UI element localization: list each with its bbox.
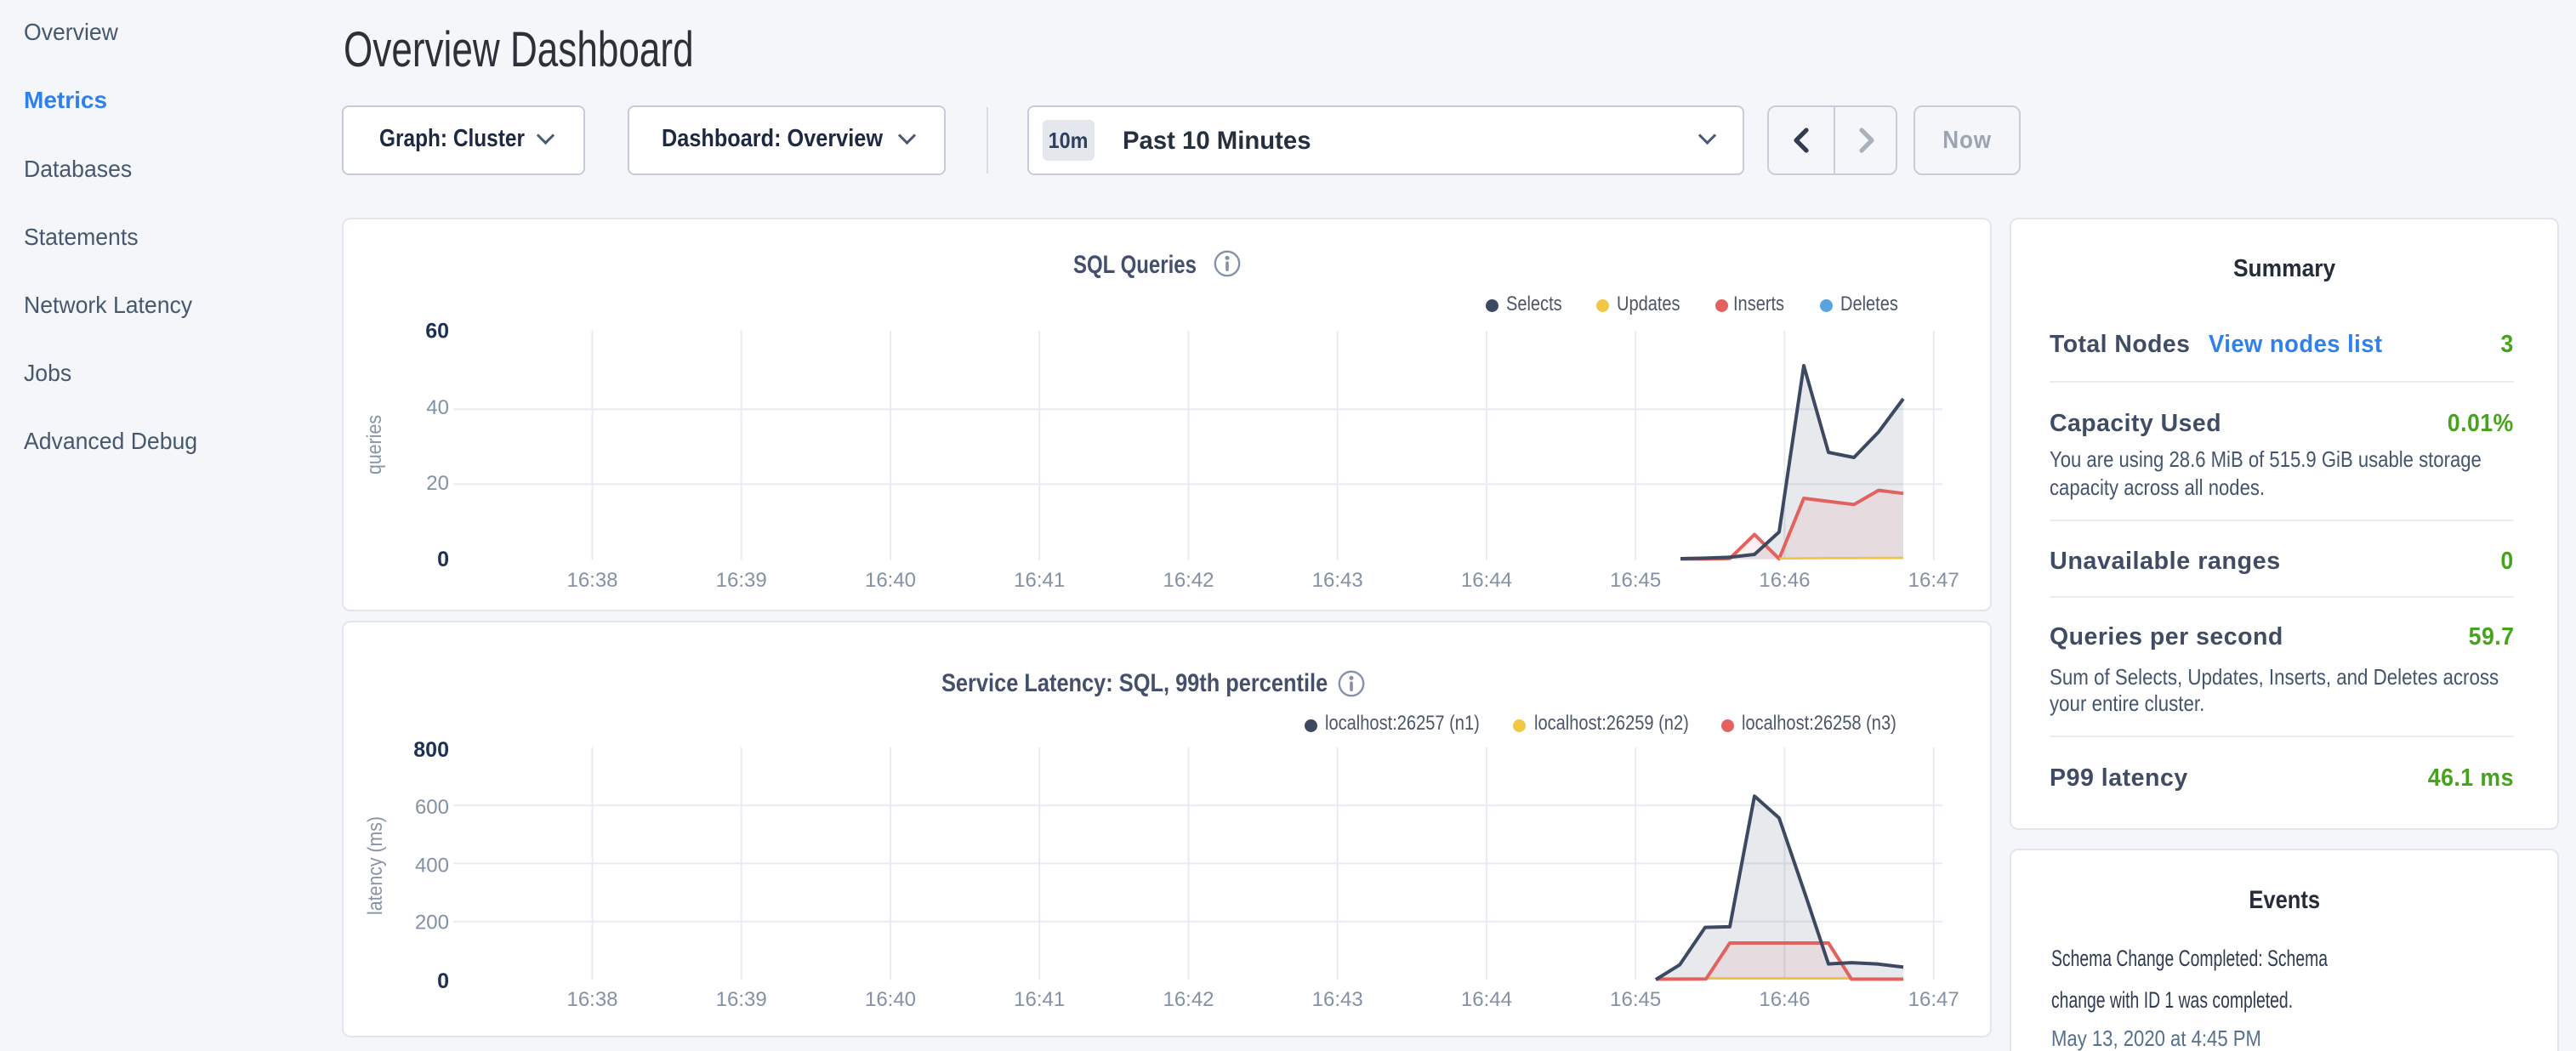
svg-text:16:45: 16:45 xyxy=(1610,569,1661,592)
svg-text:latency (ms): latency (ms) xyxy=(364,816,387,915)
svg-text:60: 60 xyxy=(425,320,449,344)
svg-text:600: 600 xyxy=(415,796,449,819)
svg-text:20: 20 xyxy=(426,472,449,495)
svg-text:16:43: 16:43 xyxy=(1312,988,1363,1011)
svg-text:40: 40 xyxy=(426,396,449,419)
svg-text:16:41: 16:41 xyxy=(1014,569,1065,592)
svg-text:16:38: 16:38 xyxy=(566,988,617,1011)
svg-text:16:46: 16:46 xyxy=(1759,569,1810,592)
svg-text:0: 0 xyxy=(437,969,449,993)
svg-text:16:39: 16:39 xyxy=(716,569,767,592)
svg-text:16:39: 16:39 xyxy=(716,988,767,1011)
svg-text:16:47: 16:47 xyxy=(1908,988,1959,1011)
svg-text:16:41: 16:41 xyxy=(1014,988,1065,1011)
svg-text:16:40: 16:40 xyxy=(865,988,916,1011)
svg-text:16:40: 16:40 xyxy=(865,569,916,592)
svg-text:16:46: 16:46 xyxy=(1759,988,1810,1011)
svg-text:800: 800 xyxy=(413,738,449,762)
svg-text:16:45: 16:45 xyxy=(1610,988,1661,1011)
svg-text:queries: queries xyxy=(363,415,386,474)
svg-text:16:47: 16:47 xyxy=(1908,569,1959,592)
svg-text:16:44: 16:44 xyxy=(1461,569,1512,592)
svg-text:16:43: 16:43 xyxy=(1312,569,1363,592)
svg-text:16:42: 16:42 xyxy=(1163,569,1214,592)
svg-text:16:44: 16:44 xyxy=(1461,988,1512,1011)
svg-text:200: 200 xyxy=(415,912,449,935)
svg-text:16:42: 16:42 xyxy=(1163,988,1214,1011)
svg-text:0: 0 xyxy=(437,548,449,571)
svg-text:16:38: 16:38 xyxy=(566,569,617,592)
svg-text:400: 400 xyxy=(415,855,449,878)
